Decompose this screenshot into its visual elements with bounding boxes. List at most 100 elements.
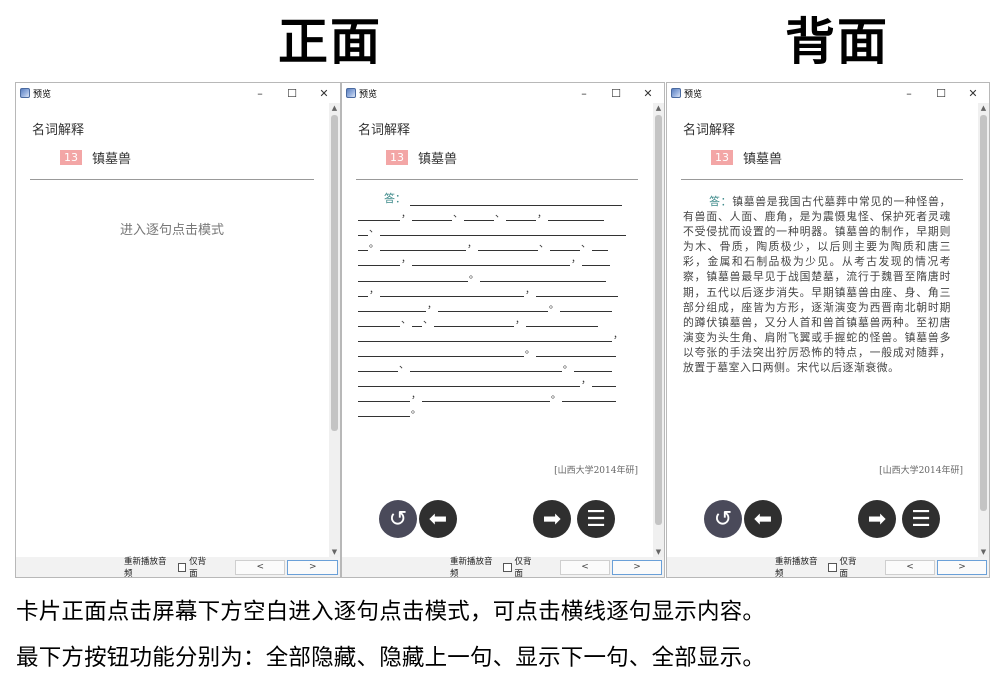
sentence-blank[interactable] <box>358 286 368 297</box>
sentence-blank[interactable] <box>548 210 604 222</box>
card-area: 名词解释 13 镇墓兽 答：，、、，、。，、、，，。，，，。、、，，。、。，，。… <box>342 103 652 557</box>
scroll-up-icon[interactable]: ▲ <box>978 103 989 113</box>
hide-previous-button[interactable]: ⬅ <box>419 500 457 538</box>
vertical-scrollbar[interactable]: ▲ ▼ <box>329 103 340 557</box>
sentence-blank[interactable] <box>412 255 570 267</box>
sentence-blank[interactable] <box>358 346 524 358</box>
sentence-blank[interactable] <box>358 225 368 237</box>
scroll-thumb[interactable] <box>980 115 987 511</box>
sentence-blank[interactable] <box>592 376 616 388</box>
source-note: [山西大学2014年研] <box>554 466 638 476</box>
sentence-blank[interactable] <box>412 210 452 222</box>
vertical-scrollbar[interactable]: ▲ ▼ <box>653 103 664 557</box>
sentence-blank[interactable] <box>358 391 410 403</box>
sentence-blank[interactable] <box>478 240 538 252</box>
scroll-thumb[interactable] <box>655 115 662 525</box>
caption-line-2: 最下方按钮功能分别为：全部隐藏、隐藏上一句、显示下一句、全部显示。 <box>16 645 766 671</box>
next-card-button[interactable]: > <box>287 559 339 575</box>
sentence-blank[interactable] <box>358 376 580 388</box>
sentence-blank[interactable] <box>358 316 400 327</box>
minimize-button[interactable]: – <box>568 87 600 100</box>
sentence-blank[interactable] <box>380 240 466 252</box>
sentence-blank[interactable] <box>358 406 410 418</box>
blank-row: 。 <box>358 266 628 282</box>
sentence-blank[interactable] <box>358 331 612 342</box>
minimize-button[interactable]: – <box>244 87 276 100</box>
back-only-checkbox[interactable] <box>503 562 512 572</box>
maximize-button[interactable]: ☐ <box>276 87 308 100</box>
replay-audio-button[interactable]: 重新播放音频 <box>124 555 172 579</box>
prev-card-button[interactable]: < <box>885 559 936 575</box>
close-button[interactable]: ✕ <box>957 87 989 100</box>
sentence-blank[interactable] <box>592 240 608 252</box>
card-area[interactable]: 名词解释 13 镇墓兽 进入逐句点击模式 <box>16 103 328 557</box>
hide-all-button[interactable]: ↺ <box>704 500 742 538</box>
sentence-mode-hint[interactable]: 进入逐句点击模式 <box>16 219 328 238</box>
blank-row: 答： <box>358 191 628 207</box>
vertical-scrollbar[interactable]: ▲ ▼ <box>978 103 989 557</box>
sentence-blank[interactable] <box>536 286 618 297</box>
back-only-label[interactable]: 仅背面 <box>515 555 539 579</box>
scroll-thumb[interactable] <box>331 115 338 431</box>
sentence-blank[interactable] <box>358 361 398 373</box>
sentence-blank[interactable] <box>506 210 536 222</box>
blank-row: 、、 ， <box>358 312 628 327</box>
sentence-blank[interactable] <box>550 240 580 252</box>
scroll-up-icon[interactable]: ▲ <box>329 103 340 113</box>
sentence-blank[interactable] <box>526 316 598 327</box>
show-all-button[interactable]: ☰ <box>577 500 615 538</box>
close-button[interactable]: ✕ <box>308 87 340 100</box>
hide-all-button[interactable]: ↺ <box>379 500 417 538</box>
bottom-bar: 重新播放音频 仅背面 < > <box>667 555 989 579</box>
blank-row: 。 <box>358 402 628 418</box>
sentence-blank[interactable] <box>536 346 616 358</box>
sentence-blank[interactable] <box>358 210 400 222</box>
sentence-blank[interactable] <box>358 301 426 312</box>
sentence-blank[interactable] <box>412 316 422 327</box>
maximize-button[interactable]: ☐ <box>600 87 632 100</box>
sentence-blank[interactable] <box>464 210 494 222</box>
sentence-blank[interactable] <box>574 361 612 373</box>
back-only-checkbox[interactable] <box>177 562 187 572</box>
show-next-button[interactable]: ➡ <box>858 500 896 538</box>
show-all-button[interactable]: ☰ <box>902 500 940 538</box>
maximize-button[interactable]: ☐ <box>925 87 957 100</box>
sentence-blank[interactable] <box>422 391 550 403</box>
scroll-up-icon[interactable]: ▲ <box>653 103 664 113</box>
sentence-blank[interactable] <box>380 286 524 297</box>
minimize-button[interactable]: – <box>893 87 925 100</box>
sentence-blanks: 答：，、、，、。，、、，，。，，，。、、，，。、。，，。。 <box>358 191 628 418</box>
scroll-down-icon[interactable]: ▼ <box>329 547 340 557</box>
prev-card-button[interactable]: < <box>234 559 286 575</box>
back-only-label[interactable]: 仅背面 <box>840 555 864 579</box>
sentence-blank[interactable] <box>410 195 622 207</box>
replay-audio-button[interactable]: 重新播放音频 <box>450 555 497 579</box>
sentence-blank[interactable] <box>434 316 514 327</box>
replay-audio-button[interactable]: 重新播放音频 <box>775 555 822 579</box>
back-only-checkbox[interactable] <box>828 562 837 572</box>
sentence-blank[interactable] <box>358 255 400 267</box>
next-card-button[interactable]: > <box>937 559 987 575</box>
back-only-label[interactable]: 仅背面 <box>189 555 213 579</box>
prev-card-button[interactable]: < <box>560 559 611 575</box>
show-next-button[interactable]: ➡ <box>533 500 571 538</box>
sentence-blank[interactable] <box>380 225 626 237</box>
punctuation: 。 <box>369 239 379 251</box>
sentence-blank[interactable] <box>358 271 468 282</box>
punctuation: ， <box>515 314 525 326</box>
hide-previous-button[interactable]: ⬅ <box>744 500 782 538</box>
card-head: 13 镇墓兽 <box>711 148 782 167</box>
list-lines-icon: ☰ <box>586 506 606 532</box>
sentence-blank[interactable] <box>480 271 606 282</box>
sentence-blank[interactable] <box>410 361 562 373</box>
sentence-blank[interactable] <box>438 301 548 312</box>
source-note: [山西大学2014年研] <box>879 466 963 476</box>
sentence-blank[interactable] <box>582 255 610 267</box>
close-button[interactable]: ✕ <box>632 87 664 100</box>
sentence-blank[interactable] <box>562 391 616 403</box>
scroll-down-icon[interactable]: ▼ <box>653 547 664 557</box>
next-card-button[interactable]: > <box>612 559 662 575</box>
sentence-blank[interactable] <box>358 240 368 252</box>
sentence-blank[interactable] <box>560 301 612 312</box>
scroll-down-icon[interactable]: ▼ <box>978 547 989 557</box>
